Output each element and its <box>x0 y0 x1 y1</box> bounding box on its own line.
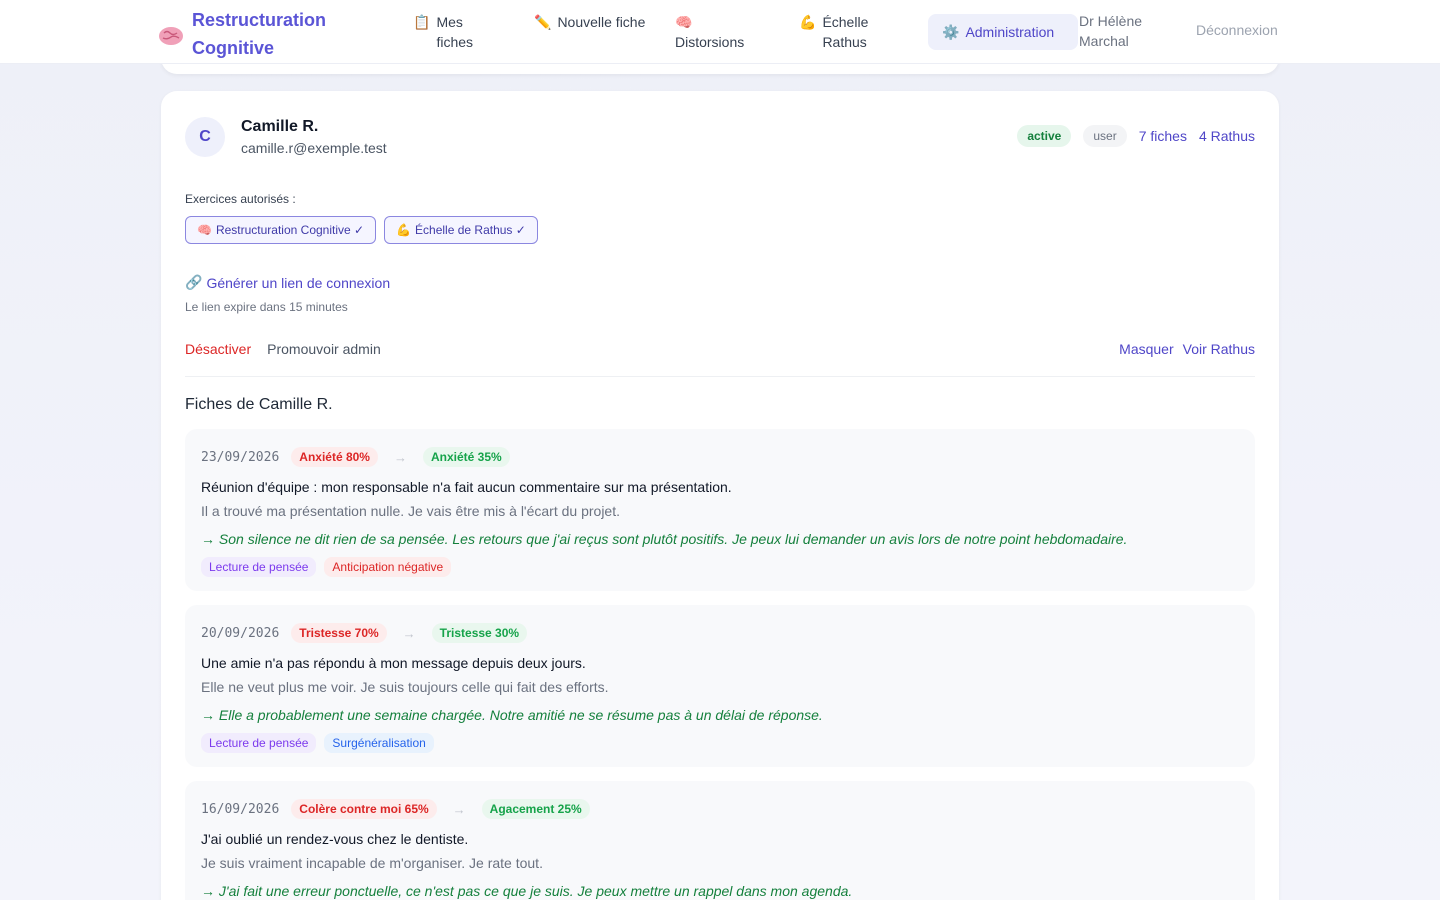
nav-item-mes-fiches[interactable]: 📋 Mes fiches <box>413 12 496 52</box>
top-nav: Restructuration Cognitive 📋 Mes fiches ✏… <box>0 0 1440 64</box>
rathus-count-link[interactable]: 4 Rathus <box>1199 128 1255 144</box>
deactivate-button[interactable]: Désactiver <box>185 341 251 357</box>
brand[interactable]: Restructuration Cognitive <box>158 6 342 62</box>
emotion-before-badge: Tristesse 70% <box>291 623 387 643</box>
pencil-icon: ✏️ <box>534 14 552 30</box>
exercise-label: Échelle de Rathus ✓ <box>415 223 526 237</box>
nav-item-administration[interactable]: ⚙️ Administration <box>928 14 1078 50</box>
generate-login-link-button[interactable]: 🔗 Générer un lien de connexion <box>185 274 390 291</box>
view-rathus-button[interactable]: Voir Rathus <box>1183 341 1255 357</box>
nav-item-label: Échelle Rathus <box>822 14 869 50</box>
fiche-card[interactable]: 23/09/2026 Anxiété 80% → Anxiété 35% Réu… <box>185 429 1255 591</box>
user-card: C Camille R. camille.r@exemple.test acti… <box>161 91 1279 900</box>
promote-admin-button[interactable]: Promouvoir admin <box>267 341 381 357</box>
emotion-after-badge: Agacement 25% <box>481 799 590 819</box>
avatar: C <box>185 117 225 157</box>
fiche-situation: J'ai oublié un rendez-vous chez le denti… <box>201 831 469 847</box>
distortion-tags: Lecture de pensée Surgénéralisation <box>201 733 434 753</box>
fiche-card[interactable]: 20/09/2026 Tristesse 70% → Tristesse 30%… <box>185 605 1255 767</box>
exercise-chip-rathus[interactable]: 💪 Échelle de Rathus ✓ <box>384 216 538 244</box>
nav-item-label: Nouvelle fiche <box>557 14 646 30</box>
arrow-right-icon: → <box>393 449 407 465</box>
view-actions: Masquer Voir Rathus <box>1119 341 1255 357</box>
arrow-right-icon: → <box>402 625 416 641</box>
emotion-before-badge: Colère contre moi 65% <box>291 799 437 819</box>
emotion-after-badge: Anxiété 35% <box>422 447 510 467</box>
user-actions: Désactiver Promouvoir admin <box>185 341 381 357</box>
arrow-right-icon: → <box>452 801 466 817</box>
brain-icon: 🧠 <box>197 223 212 237</box>
hide-button[interactable]: Masquer <box>1119 341 1173 357</box>
exercise-label: Restructuration Cognitive ✓ <box>215 223 365 237</box>
muscle-icon: 💪 <box>799 14 817 30</box>
distortion-tag: Anticipation négative <box>324 557 452 577</box>
distortion-tag: Lecture de pensée <box>201 733 317 753</box>
exercise-chip-restructuration[interactable]: 🧠 Restructuration Cognitive ✓ <box>185 216 377 244</box>
fiches-title: Fiches de Camille R. <box>185 396 333 413</box>
brand-title: Restructuration Cognitive <box>192 10 327 58</box>
user-email: camille.r@exemple.test <box>241 140 387 156</box>
divider <box>185 376 1255 377</box>
fiche-thought: Je suis vraiment incapable de m'organise… <box>201 855 543 871</box>
fiche-card[interactable]: 16/09/2026 Colère contre moi 65% → Agace… <box>185 781 1255 900</box>
status-badge: active <box>1017 125 1072 147</box>
user-name: Camille R. <box>241 118 319 135</box>
fiche-date: 16/09/2026 <box>201 801 280 817</box>
exercises-label: Exercices autorisés : <box>185 192 296 206</box>
fiche-alternative: → Elle a probablement une semaine chargé… <box>201 707 823 723</box>
generate-login-link-label: Générer un lien de connexion <box>206 274 391 291</box>
distortion-tags: Lecture de pensée Anticipation négative <box>201 557 452 577</box>
role-badge: user <box>1083 125 1127 147</box>
fiche-date: 20/09/2026 <box>201 625 280 641</box>
muscle-icon: 💪 <box>396 223 412 237</box>
nav-item-nouvelle-fiche[interactable]: ✏️ Nouvelle fiche <box>534 12 647 32</box>
nav-item-distorsions[interactable]: 🧠 Distorsions <box>675 12 744 52</box>
nav-item-label: Distorsions <box>675 34 745 50</box>
link-expiry-note: Le lien expire dans 15 minutes <box>185 300 348 314</box>
distortion-tag: Surgénéralisation <box>324 733 434 753</box>
user-badges: active user 7 fiches 4 Rathus <box>1017 125 1255 147</box>
nav-item-label: Mes fiches <box>436 14 474 50</box>
gear-icon: ⚙️ <box>942 23 960 40</box>
emotion-after-badge: Tristesse 30% <box>431 623 528 643</box>
fiches-count-link[interactable]: 7 fiches <box>1139 128 1187 144</box>
clipboard-icon: 📋 <box>413 14 431 30</box>
fiche-thought: Il a trouvé ma présentation nulle. Je va… <box>201 503 620 519</box>
brain-icon: 🧠 <box>675 14 693 30</box>
logout-button[interactable]: Déconnexion <box>1196 22 1278 38</box>
fiche-alternative: → J'ai fait une erreur ponctuelle, ce n'… <box>201 883 853 899</box>
nav-item-echelle-rathus[interactable]: 💪 Échelle Rathus <box>799 12 900 52</box>
fiche-alternative: → Son silence ne dit rien de sa pensée. … <box>201 531 1128 547</box>
link-icon: 🔗 <box>185 274 203 290</box>
exercises-list: 🧠 Restructuration Cognitive ✓ 💪 Échelle … <box>185 216 538 244</box>
fiche-thought: Elle ne veut plus me voir. Je suis toujo… <box>201 679 609 695</box>
current-user: Dr Hélène Marchal <box>1079 13 1143 49</box>
nav-item-label: Administration <box>965 24 1055 40</box>
distortion-tag: Lecture de pensée <box>201 557 317 577</box>
emotion-before-badge: Anxiété 80% <box>291 447 378 467</box>
fiche-situation: Réunion d'équipe : mon responsable n'a f… <box>201 479 732 495</box>
brain-icon <box>159 27 183 45</box>
fiche-date: 23/09/2026 <box>201 449 280 465</box>
fiche-situation: Une amie n'a pas répondu à mon message d… <box>201 655 586 671</box>
